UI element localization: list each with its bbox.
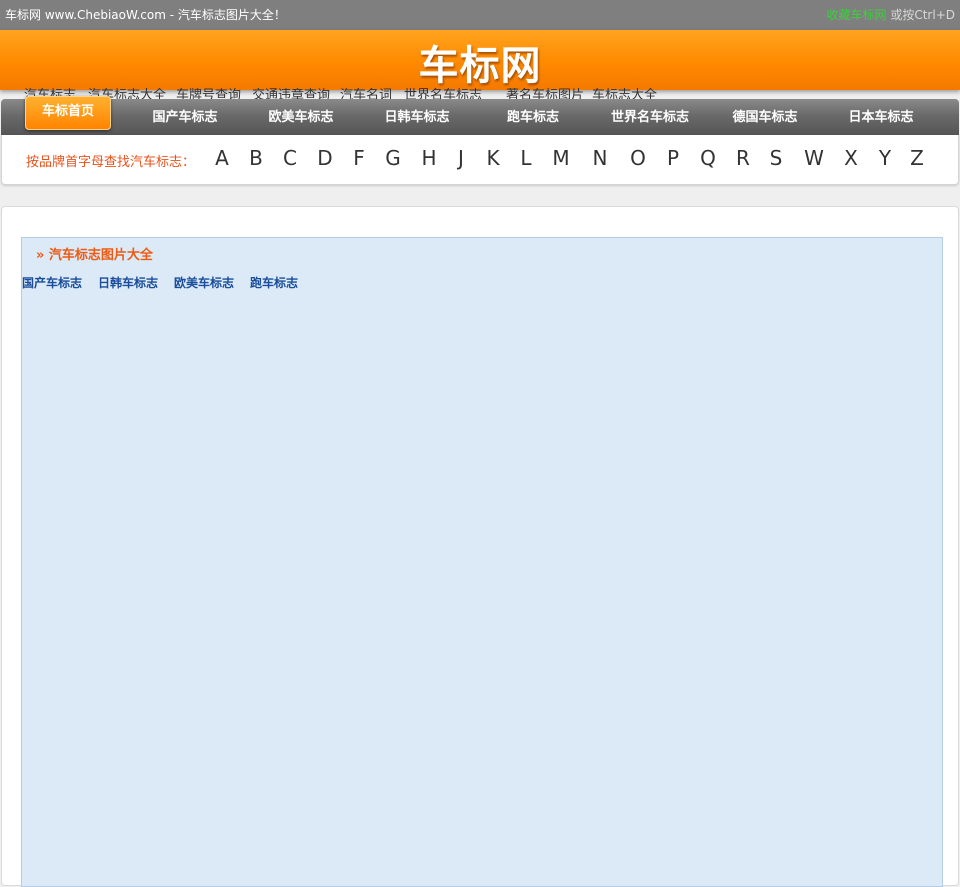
favorite-area: 收藏车标网 或按Ctrl+D xyxy=(827,0,956,30)
letter-link[interactable]: O xyxy=(626,146,650,170)
sublink[interactable]: 交通违章查询 xyxy=(252,88,330,99)
site-logo[interactable]: 车标网 xyxy=(0,33,960,91)
sublink[interactable]: 汽车名词 xyxy=(340,88,392,99)
sublink[interactable]: 著名车标图片 xyxy=(506,88,584,99)
letter-link[interactable]: W xyxy=(802,146,826,170)
letter-link[interactable]: M xyxy=(549,146,573,170)
add-favorite-link[interactable]: 收藏车标网 xyxy=(827,8,887,22)
letter-link[interactable]: D xyxy=(313,146,337,170)
letter-link[interactable]: C xyxy=(278,146,302,170)
letter-link[interactable]: Z xyxy=(905,146,929,170)
category-link[interactable]: 欧美车标志 xyxy=(174,274,234,291)
nav-item-domestic[interactable]: 国产车标志 xyxy=(133,99,237,135)
letter-link[interactable]: J xyxy=(449,146,473,170)
letter-link[interactable]: K xyxy=(481,146,505,170)
sublink[interactable]: 车牌号查询 xyxy=(176,88,241,99)
letter-link[interactable]: B xyxy=(244,146,268,170)
letter-link[interactable]: S xyxy=(764,146,788,170)
sublink[interactable]: 世界名车标志 xyxy=(404,88,482,99)
nav-item-german[interactable]: 德国车标志 xyxy=(713,99,817,135)
main-card: » 汽车标志图片大全 国产车标志 日韩车标志 欧美车标志 跑车标志 xyxy=(1,206,959,887)
site-header: 车标网 xyxy=(0,30,960,90)
alphabet-filter: 按品牌首字母查找汽车标志： A B C D F G H J K L M N O … xyxy=(1,135,959,185)
letter-link[interactable]: N xyxy=(588,146,612,170)
letter-link[interactable]: X xyxy=(839,146,863,170)
letter-link[interactable]: H xyxy=(417,146,441,170)
letter-link[interactable]: L xyxy=(514,146,538,170)
category-link[interactable]: 国产车标志 xyxy=(22,274,82,291)
favorite-hint: 或按Ctrl+D xyxy=(890,8,955,22)
top-bar: 车标网 www.ChebiaoW.com - 汽车标志图片大全！ 收藏车标网 或… xyxy=(0,0,960,30)
letter-link[interactable]: A xyxy=(210,146,234,170)
nav-home-button[interactable]: 车标首页 xyxy=(25,96,111,130)
main-nav: 车标首页 国产车标志 欧美车标志 日韩车标志 跑车标志 世界名车标志 德国车标志… xyxy=(1,96,959,135)
letter-link[interactable]: Y xyxy=(873,146,897,170)
nav-item-world[interactable]: 世界名车标志 xyxy=(595,99,705,135)
site-description: 车标网 www.ChebiaoW.com - 汽车标志图片大全！ xyxy=(5,8,286,22)
letter-link[interactable]: R xyxy=(731,146,755,170)
letter-link[interactable]: Q xyxy=(696,146,720,170)
category-link[interactable]: 日韩车标志 xyxy=(98,274,158,291)
category-link[interactable]: 跑车标志 xyxy=(250,274,298,291)
sublink[interactable]: 车标志大全 xyxy=(592,88,657,99)
content-panel: » 汽车标志图片大全 国产车标志 日韩车标志 欧美车标志 跑车标志 xyxy=(21,237,943,887)
alphabet-label: 按品牌首字母查找汽车标志： xyxy=(26,155,196,170)
letter-link[interactable]: G xyxy=(381,146,405,170)
sub-links-strip: 汽车标志 汽车标志大全 车牌号查询 交通违章查询 汽车名词 世界名车标志 著名车… xyxy=(0,88,960,99)
nav-item-euro-us[interactable]: 欧美车标志 xyxy=(249,99,353,135)
nav-item-japanese[interactable]: 日本车标志 xyxy=(829,99,933,135)
content-title: » 汽车标志图片大全 xyxy=(36,248,153,263)
nav-item-jp-kr[interactable]: 日韩车标志 xyxy=(365,99,469,135)
nav-item-sports[interactable]: 跑车标志 xyxy=(481,99,585,135)
letter-link[interactable]: F xyxy=(347,146,371,170)
letter-link[interactable]: P xyxy=(661,146,685,170)
